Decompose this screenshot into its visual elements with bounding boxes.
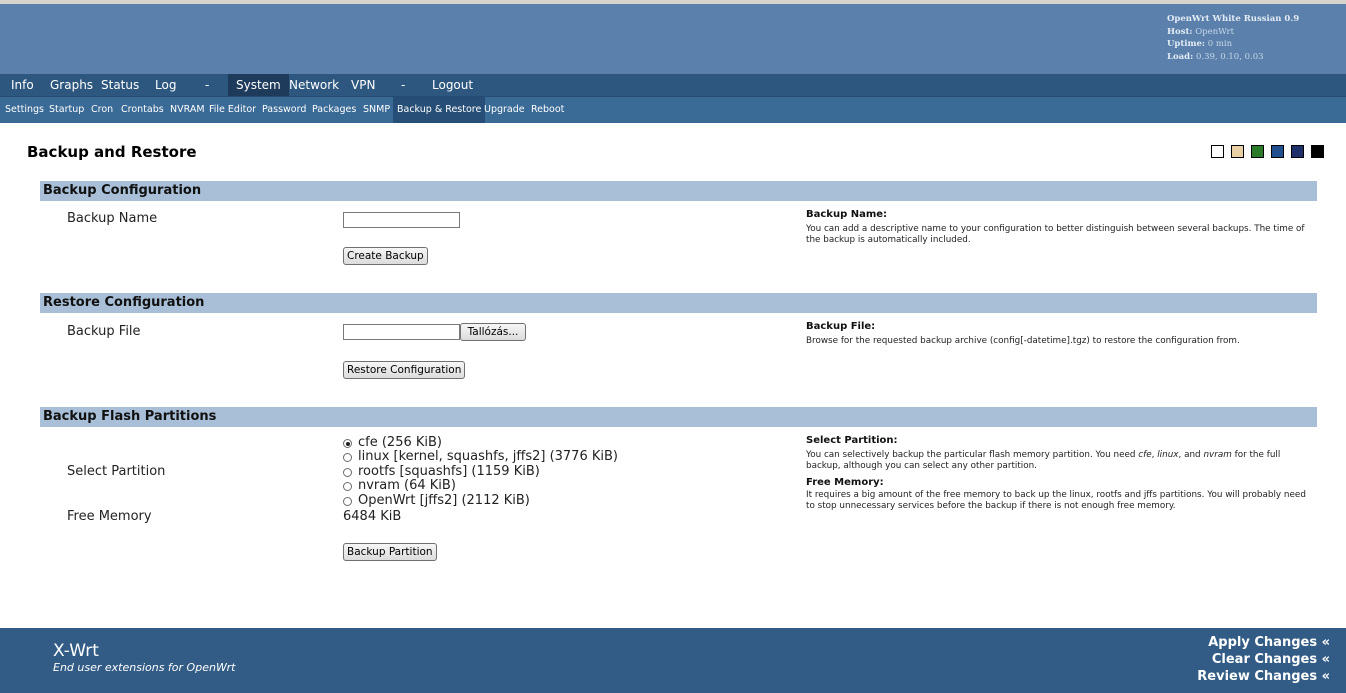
subnav-snmp[interactable]: SNMP bbox=[359, 97, 394, 123]
nav-status[interactable]: Status bbox=[92, 74, 148, 96]
help-backup-file-title: Backup File: bbox=[806, 321, 876, 332]
apply-changes-link[interactable]: Apply Changes « bbox=[1208, 635, 1330, 650]
sub-nav: Settings Startup Cron Crontabs NVRAM Fil… bbox=[0, 96, 1346, 123]
system-info: OpenWrt White Russian 0.9 Host: OpenWrt … bbox=[1167, 14, 1300, 62]
backup-file-label: Backup File bbox=[67, 324, 141, 339]
nav-vpn[interactable]: VPN bbox=[343, 74, 383, 96]
header-banner: OpenWrt White Russian 0.9 Host: OpenWrt … bbox=[0, 4, 1346, 74]
subnav-startup[interactable]: Startup bbox=[45, 97, 88, 123]
subnav-cron[interactable]: Cron bbox=[87, 97, 117, 123]
help-free-memory-title: Free Memory: bbox=[806, 477, 884, 488]
subnav-reboot[interactable]: Reboot bbox=[527, 97, 568, 123]
section-heading: Backup Flash Partitions bbox=[43, 409, 217, 424]
subnav-settings[interactable]: Settings bbox=[0, 97, 49, 123]
main-nav: Info Graphs Status Log - System Network … bbox=[0, 74, 1346, 96]
section-heading: Restore Configuration bbox=[43, 295, 205, 310]
firmware-version: OpenWrt White Russian 0.9 bbox=[1167, 14, 1300, 24]
section-backup-flash-partitions: Backup Flash Partitions bbox=[40, 407, 1317, 427]
theme-swatch-black[interactable] bbox=[1311, 145, 1324, 158]
help-select-partition-text: You can selectively backup the particula… bbox=[806, 450, 1281, 471]
free-memory-value: 6484 KiB bbox=[343, 509, 402, 524]
radio-button[interactable] bbox=[343, 497, 352, 506]
load-value: 0.39, 0.10, 0.03 bbox=[1195, 51, 1264, 62]
help-backup-name-title: Backup Name: bbox=[806, 209, 888, 220]
radio-button[interactable] bbox=[343, 439, 352, 448]
footer-brand: X-Wrt bbox=[53, 641, 99, 661]
backup-file-input[interactable] bbox=[343, 324, 460, 340]
section-backup-configuration: Backup Configuration bbox=[40, 181, 1317, 201]
free-memory-label: Free Memory bbox=[67, 509, 152, 524]
backup-partition-button[interactable]: Backup Partition bbox=[343, 543, 437, 561]
nav-log[interactable]: Log bbox=[146, 74, 185, 96]
help-free-memory-text: It requires a big amount of the free mem… bbox=[806, 490, 1306, 511]
browse-button[interactable]: Tallózás... bbox=[460, 323, 526, 341]
subnav-nvram[interactable]: NVRAM bbox=[166, 97, 209, 123]
create-backup-button[interactable]: Create Backup bbox=[343, 247, 428, 265]
subnav-upgrade[interactable]: Upgrade bbox=[480, 97, 529, 123]
backup-name-label: Backup Name bbox=[67, 211, 158, 226]
section-heading: Backup Configuration bbox=[43, 183, 202, 198]
help-select-partition-title: Select Partition: bbox=[806, 435, 898, 446]
theme-swatch-green[interactable] bbox=[1251, 145, 1264, 158]
radio-button[interactable] bbox=[343, 482, 352, 491]
nav-logout[interactable]: Logout bbox=[423, 74, 482, 96]
clear-changes-link[interactable]: Clear Changes « bbox=[1212, 652, 1330, 667]
select-partition-label: Select Partition bbox=[67, 464, 166, 479]
footer: X-Wrt End user extensions for OpenWrt Ap… bbox=[0, 628, 1346, 693]
review-changes-link[interactable]: Review Changes « bbox=[1197, 669, 1330, 684]
footer-tagline: End user extensions for OpenWrt bbox=[53, 661, 236, 674]
nav-system[interactable]: System bbox=[228, 74, 289, 96]
subnav-password[interactable]: Password bbox=[258, 97, 310, 123]
section-restore-configuration: Restore Configuration bbox=[40, 293, 1317, 313]
nav-separator: - bbox=[401, 78, 406, 92]
subnav-file-editor[interactable]: File Editor bbox=[205, 97, 260, 123]
restore-configuration-button[interactable]: Restore Configuration bbox=[343, 361, 466, 379]
nav-network[interactable]: Network bbox=[281, 74, 347, 96]
help-backup-name-text: You can add a descriptive name to your c… bbox=[806, 224, 1305, 245]
theme-swatch-navy[interactable] bbox=[1291, 145, 1304, 158]
help-backup-file-text: Browse for the requested backup archive … bbox=[806, 336, 1240, 346]
theme-swatch-white[interactable] bbox=[1211, 145, 1224, 158]
radio-button[interactable] bbox=[343, 453, 352, 462]
nav-info[interactable]: Info bbox=[0, 74, 45, 96]
subnav-packages[interactable]: Packages bbox=[308, 97, 360, 123]
uptime-value: 0 min bbox=[1207, 39, 1233, 50]
theme-swatch-tan[interactable] bbox=[1231, 145, 1244, 158]
subnav-backup-restore[interactable]: Backup & Restore bbox=[393, 97, 486, 123]
page-title: Backup and Restore bbox=[27, 143, 197, 161]
host-value: OpenWrt bbox=[1195, 26, 1235, 37]
backup-name-input[interactable] bbox=[343, 212, 460, 228]
subnav-crontabs[interactable]: Crontabs bbox=[117, 97, 168, 123]
nav-separator: - bbox=[205, 78, 210, 92]
theme-swatch-blue[interactable] bbox=[1271, 145, 1284, 158]
radio-button[interactable] bbox=[343, 468, 352, 477]
